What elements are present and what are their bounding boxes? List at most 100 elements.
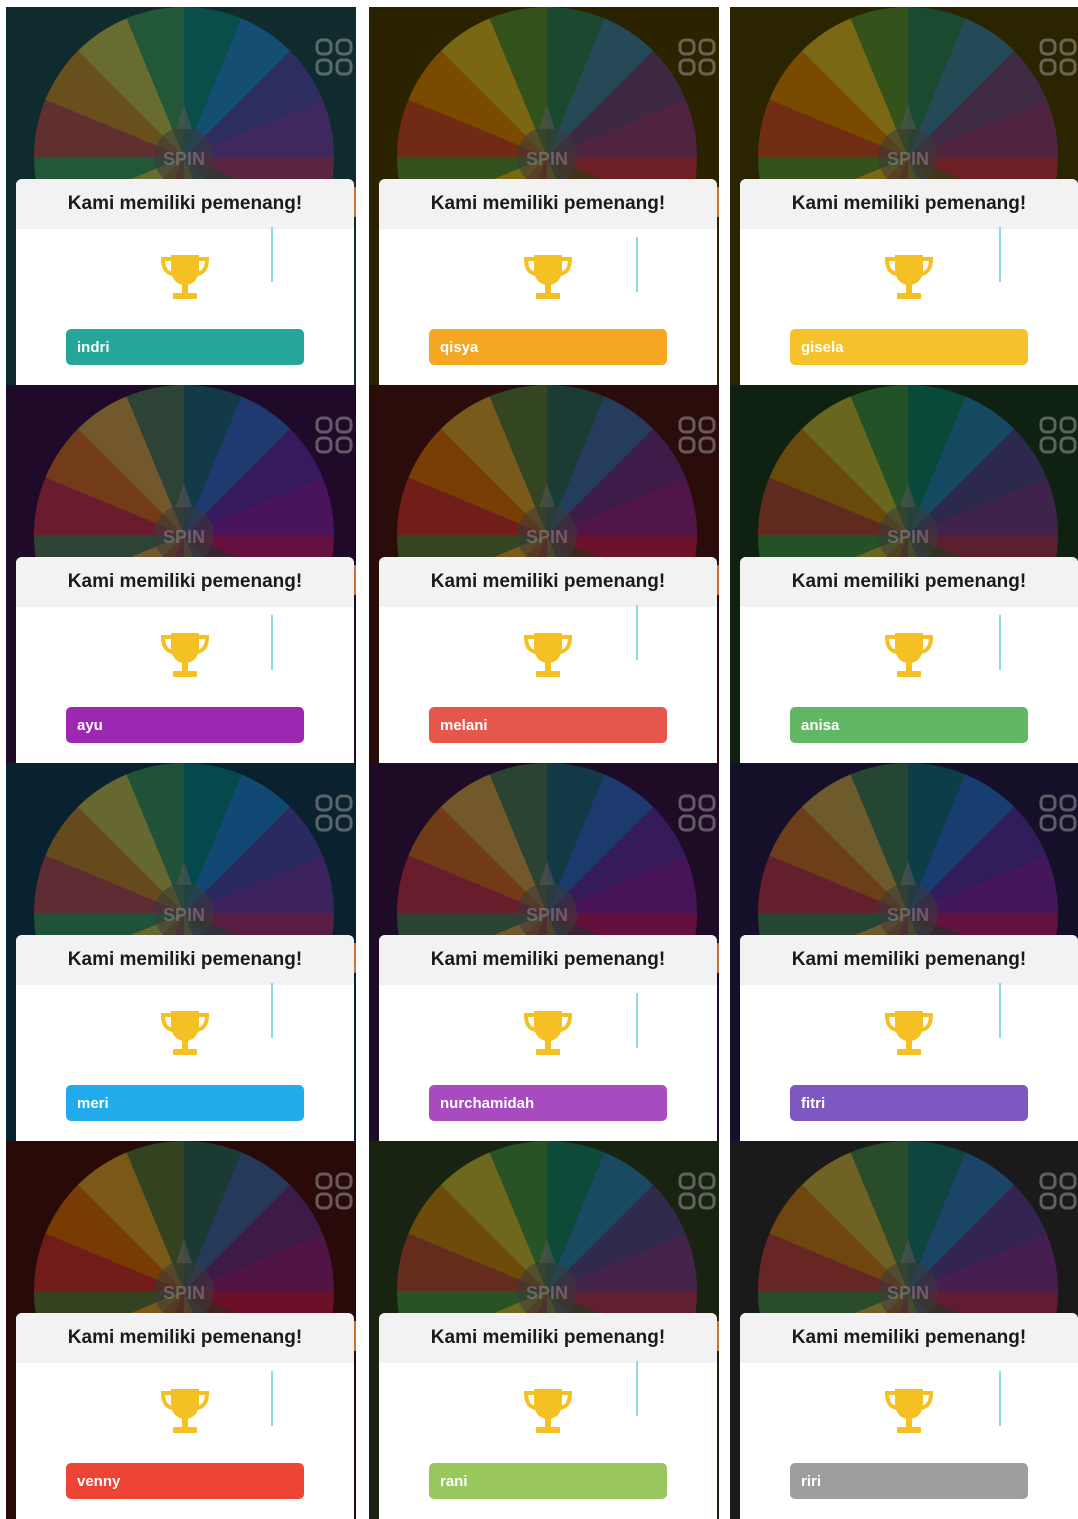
winner-dialog: Kami memiliki pemenang! venny xyxy=(16,1313,354,1519)
dialog-title: Kami memiliki pemenang! xyxy=(379,935,717,985)
winner-name: melani xyxy=(429,707,667,743)
result-panel: SPIN Kami memiliki pemenang! nurchamidah xyxy=(369,763,719,1141)
winner-dialog: Kami memiliki pemenang! fitri xyxy=(740,935,1078,1141)
result-panel: SPIN Kami memiliki pemenang! venny xyxy=(6,1141,356,1519)
winner-dialog: Kami memiliki pemenang! indri xyxy=(16,179,354,385)
trophy-icon xyxy=(160,1389,210,1433)
result-panel: SPIN Kami memiliki pemenang! rani xyxy=(369,1141,719,1519)
spin-label: SPIN xyxy=(887,1283,929,1303)
dialog-title: Kami memiliki pemenang! xyxy=(740,179,1078,229)
spin-label: SPIN xyxy=(163,905,205,925)
screenshot-grid: SPIN Kami memiliki pemenang! indri SPIN Kami… xyxy=(0,0,1078,1519)
confetti-streak xyxy=(271,227,273,282)
result-panel: SPIN Kami memiliki pemenang! ayu xyxy=(6,385,356,763)
spin-label: SPIN xyxy=(163,149,205,169)
wheel-icon[interactable]: SPIN xyxy=(369,763,719,943)
result-panel: SPIN Kami memiliki pemenang! qisya xyxy=(369,7,719,385)
confetti-streak xyxy=(271,983,273,1038)
confetti-streak xyxy=(999,615,1001,670)
trophy-icon xyxy=(884,633,934,677)
dialog-title: Kami memiliki pemenang! xyxy=(740,935,1078,985)
spin-label: SPIN xyxy=(887,905,929,925)
wheel-icon[interactable]: SPIN xyxy=(6,1141,356,1321)
dialog-title: Kami memiliki pemenang! xyxy=(379,1313,717,1363)
result-panel: SPIN Kami memiliki pemenang! meri xyxy=(6,763,356,1141)
trophy-icon xyxy=(523,255,573,299)
spin-label: SPIN xyxy=(526,527,568,547)
spin-label: SPIN xyxy=(526,905,568,925)
winner-name: gisela xyxy=(790,329,1028,365)
confetti-streak xyxy=(636,993,638,1048)
dialog-title: Kami memiliki pemenang! xyxy=(379,179,717,229)
spin-label: SPIN xyxy=(526,1283,568,1303)
dialog-title: Kami memiliki pemenang! xyxy=(16,557,354,607)
winner-name: rani xyxy=(429,1463,667,1499)
spin-label: SPIN xyxy=(887,149,929,169)
dialog-title: Kami memiliki pemenang! xyxy=(16,1313,354,1363)
spin-label: SPIN xyxy=(526,149,568,169)
winner-name: venny xyxy=(66,1463,304,1499)
grid-icon[interactable] xyxy=(314,793,354,833)
grid-icon[interactable] xyxy=(1038,793,1078,833)
grid-icon[interactable] xyxy=(1038,415,1078,455)
trophy-icon xyxy=(160,255,210,299)
winner-dialog: Kami memiliki pemenang! gisela xyxy=(740,179,1078,385)
confetti-streak xyxy=(271,615,273,670)
confetti-streak xyxy=(999,1371,1001,1426)
wheel-icon[interactable]: SPIN xyxy=(730,1141,1078,1321)
confetti-streak xyxy=(636,1361,638,1416)
wheel-icon[interactable]: SPIN xyxy=(6,763,356,943)
confetti-streak xyxy=(271,1371,273,1426)
winner-dialog: Kami memiliki pemenang! meri xyxy=(16,935,354,1141)
winner-dialog: Kami memiliki pemenang! nurchamidah xyxy=(379,935,717,1141)
winner-name: ayu xyxy=(66,707,304,743)
grid-icon[interactable] xyxy=(677,415,717,455)
grid-icon[interactable] xyxy=(677,37,717,77)
result-panel: SPIN Kami memiliki pemenang! gisela xyxy=(730,7,1078,385)
trophy-icon xyxy=(884,255,934,299)
wheel-icon[interactable]: SPIN xyxy=(6,7,356,187)
wheel-icon[interactable]: SPIN xyxy=(730,7,1078,187)
winner-dialog: Kami memiliki pemenang! rani xyxy=(379,1313,717,1519)
winner-name: riri xyxy=(790,1463,1028,1499)
result-panel: SPIN Kami memiliki pemenang! anisa xyxy=(730,385,1078,763)
dialog-title: Kami memiliki pemenang! xyxy=(16,179,354,229)
wheel-icon[interactable]: SPIN xyxy=(369,1141,719,1321)
result-panel: SPIN Kami memiliki pemenang! melani xyxy=(369,385,719,763)
grid-icon[interactable] xyxy=(677,1171,717,1211)
spin-label: SPIN xyxy=(163,527,205,547)
winner-name: qisya xyxy=(429,329,667,365)
result-panel: SPIN Kami memiliki pemenang! fitri xyxy=(730,763,1078,1141)
grid-icon[interactable] xyxy=(314,1171,354,1211)
grid-icon[interactable] xyxy=(1038,37,1078,77)
result-panel: SPIN Kami memiliki pemenang! indri xyxy=(6,7,356,385)
dialog-title: Kami memiliki pemenang! xyxy=(740,1313,1078,1363)
grid-icon[interactable] xyxy=(314,415,354,455)
wheel-icon[interactable]: SPIN xyxy=(730,385,1078,565)
wheel-icon[interactable]: SPIN xyxy=(369,7,719,187)
grid-icon[interactable] xyxy=(314,37,354,77)
trophy-icon xyxy=(160,633,210,677)
winner-name: indri xyxy=(66,329,304,365)
wheel-icon[interactable]: SPIN xyxy=(6,385,356,565)
wheel-icon[interactable]: SPIN xyxy=(369,385,719,565)
trophy-icon xyxy=(523,1011,573,1055)
wheel-icon[interactable]: SPIN xyxy=(730,763,1078,943)
dialog-title: Kami memiliki pemenang! xyxy=(740,557,1078,607)
winner-name: meri xyxy=(66,1085,304,1121)
spin-label: SPIN xyxy=(887,527,929,547)
trophy-icon xyxy=(523,633,573,677)
winner-dialog: Kami memiliki pemenang! ayu xyxy=(16,557,354,763)
winner-name: anisa xyxy=(790,707,1028,743)
winner-dialog: Kami memiliki pemenang! melani xyxy=(379,557,717,763)
winner-dialog: Kami memiliki pemenang! riri xyxy=(740,1313,1078,1519)
confetti-streak xyxy=(999,227,1001,282)
winner-name: fitri xyxy=(790,1085,1028,1121)
dialog-title: Kami memiliki pemenang! xyxy=(379,557,717,607)
confetti-streak xyxy=(636,237,638,292)
result-panel: SPIN Kami memiliki pemenang! riri xyxy=(730,1141,1078,1519)
grid-icon[interactable] xyxy=(1038,1171,1078,1211)
grid-icon[interactable] xyxy=(677,793,717,833)
winner-dialog: Kami memiliki pemenang! anisa xyxy=(740,557,1078,763)
spin-label: SPIN xyxy=(163,1283,205,1303)
